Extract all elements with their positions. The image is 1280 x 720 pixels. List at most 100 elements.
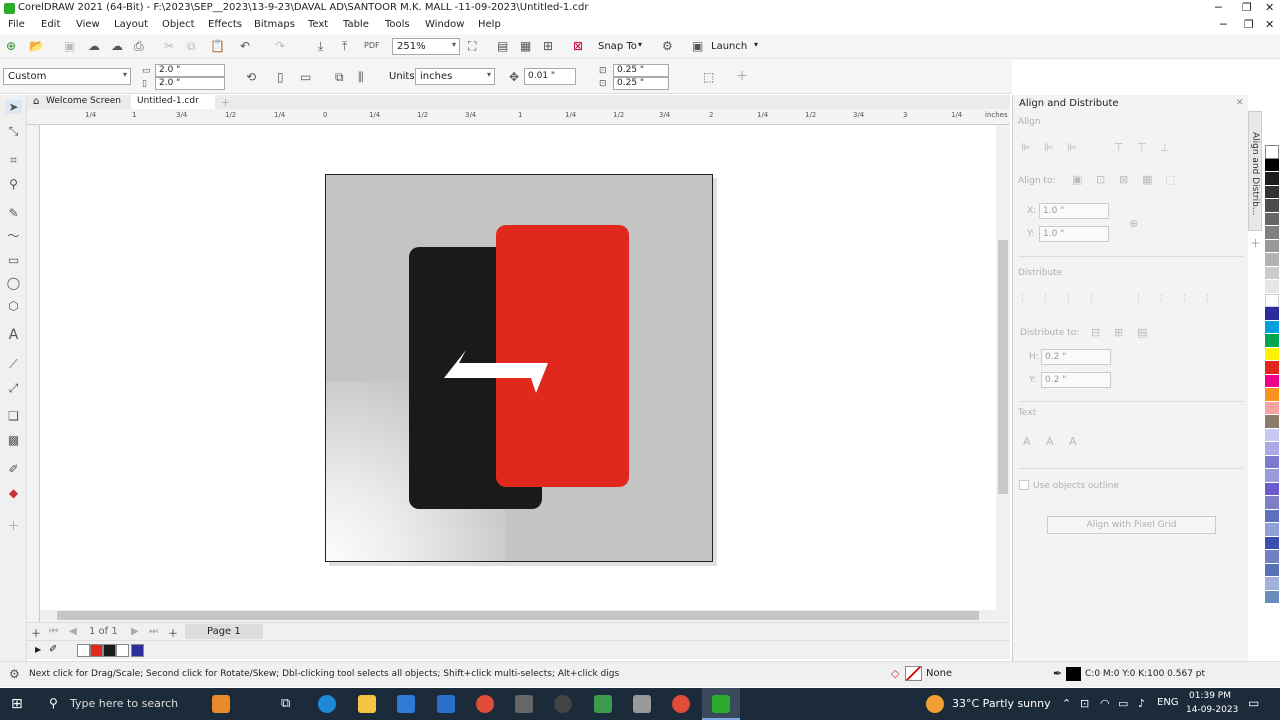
autumn-widget-icon[interactable]	[212, 695, 230, 713]
palette-swatch[interactable]	[1265, 266, 1279, 280]
color-palette[interactable]	[1265, 145, 1279, 625]
palette-swatch[interactable]	[1265, 253, 1279, 267]
align-right-icon[interactable]: ⊫	[1067, 141, 1077, 154]
add-tool-icon[interactable]: ＋	[5, 519, 22, 533]
save-icon[interactable]: ▣	[64, 39, 75, 53]
printer-app-icon[interactable]	[633, 695, 651, 713]
palette-swatch[interactable]	[1265, 239, 1279, 253]
doc-restore-button[interactable]: ❐	[1244, 18, 1254, 31]
menu-edit[interactable]: Edit	[41, 19, 60, 30]
crop-tool-icon[interactable]: ⌗	[5, 153, 22, 167]
black-swatch[interactable]	[103, 644, 116, 657]
document-page[interactable]	[325, 174, 713, 562]
distribute-bottom-icon[interactable]: ⫶	[1206, 292, 1209, 306]
rectangle-tool-icon[interactable]: ▭	[5, 253, 22, 267]
add-page-before-icon[interactable]: ＋	[31, 625, 41, 640]
palette-swatch[interactable]	[1265, 334, 1279, 348]
doc-close-button[interactable]: ✕	[1265, 18, 1274, 31]
zoom-tool-icon[interactable]: ⚲	[5, 177, 22, 191]
paste-icon[interactable]: 📋	[210, 39, 225, 53]
palette-swatch[interactable]	[1265, 226, 1279, 240]
vertical-scrollbar[interactable]	[996, 125, 1010, 610]
artwork[interactable]	[326, 175, 713, 562]
palette-swatch[interactable]	[1265, 212, 1279, 226]
task-view-icon[interactable]: ⧉	[281, 696, 290, 711]
palette-swatch[interactable]	[1265, 482, 1279, 496]
zoom-level-dropdown[interactable]: 251% ▾	[392, 38, 460, 55]
palette-swatch[interactable]	[1265, 415, 1279, 429]
align-y-field[interactable]: 1.0 "	[1039, 226, 1109, 242]
outline-color-swatch[interactable]	[1066, 667, 1081, 681]
palette-swatch[interactable]	[1265, 469, 1279, 483]
ellipse-tool-icon[interactable]: ◯	[5, 276, 22, 290]
distribute-middle-icon[interactable]: ⫶	[1160, 292, 1163, 306]
menu-object[interactable]: Object	[162, 19, 195, 30]
palette-swatch[interactable]	[1265, 455, 1279, 469]
language-indicator[interactable]: ENG	[1157, 697, 1179, 708]
distribute-right-icon[interactable]: ⫶	[1090, 292, 1093, 306]
docker-vertical-tab[interactable]: Align and Distrib...	[1248, 111, 1262, 231]
grid-icon[interactable]: ▦	[520, 39, 531, 53]
align-pixel-grid-button[interactable]: Align with Pixel Grid	[1047, 516, 1216, 534]
distribute-spacing-icon[interactable]: ⫶	[1067, 292, 1070, 306]
menu-tools[interactable]: Tools	[385, 19, 410, 30]
last-page-icon[interactable]: ⏭	[149, 626, 158, 637]
cloud-upload-icon[interactable]: ☁	[111, 39, 123, 53]
palette-swatch[interactable]	[1265, 523, 1279, 537]
edge-browser-icon[interactable]	[318, 695, 336, 713]
none-swatch[interactable]	[77, 644, 90, 657]
add-toolbar-icon[interactable]: ＋	[736, 69, 748, 83]
align-to-grid-icon[interactable]: ▦	[1142, 173, 1152, 186]
distribute-top-icon[interactable]: ⫶	[1137, 292, 1140, 306]
close-button[interactable]: ✕	[1265, 1, 1274, 14]
palette-swatch[interactable]	[1265, 442, 1279, 456]
red-swatch[interactable]	[90, 644, 103, 657]
pick-tool-icon[interactable]: ➤	[5, 100, 22, 114]
eyedropper-icon[interactable]: ✐	[5, 462, 22, 476]
text-bbox-icon[interactable]: A	[1069, 435, 1077, 448]
page-scale-icon[interactable]: ⟲	[246, 70, 256, 84]
align-to-page-center-icon[interactable]: ⊠	[1119, 173, 1128, 186]
next-page-icon[interactable]: ▶	[131, 626, 139, 637]
mail-icon[interactable]	[437, 695, 455, 713]
palette-swatch[interactable]	[1265, 307, 1279, 321]
red-card-shape[interactable]	[496, 225, 629, 487]
distribute-center-icon[interactable]: ⫶	[1044, 292, 1047, 306]
import-icon[interactable]: ⤓	[318, 39, 323, 53]
fill-none-swatch[interactable]	[905, 666, 922, 681]
prev-page-icon[interactable]: ◀	[69, 626, 77, 637]
volume-icon[interactable]: ♪	[1138, 697, 1145, 710]
palette-swatch[interactable]	[1265, 496, 1279, 510]
guidelines-icon[interactable]: ⊞	[543, 39, 553, 53]
rulers-icon[interactable]: ▤	[497, 39, 508, 53]
print-icon[interactable]: ⎙	[134, 39, 144, 53]
clock-time[interactable]: 01:39 PM	[1189, 691, 1231, 701]
duplicate-x-field[interactable]: 0.25 "	[613, 64, 669, 77]
bleed-icon[interactable]: ⬚	[703, 70, 714, 84]
distribute-to-selection-icon[interactable]: ⊟	[1091, 326, 1100, 339]
launch-chevron-down-icon[interactable]: ▾	[754, 40, 758, 49]
menu-bitmaps[interactable]: Bitmaps	[254, 19, 295, 30]
align-x-field[interactable]: 1.0 "	[1039, 203, 1109, 219]
first-page-icon[interactable]: ⏮	[49, 626, 58, 637]
file-explorer-icon[interactable]	[358, 695, 376, 713]
open-icon[interactable]: 📂	[29, 39, 44, 53]
undo-icon[interactable]: ↶	[240, 39, 250, 53]
page-height-field[interactable]: 2.0 "	[155, 77, 225, 90]
all-pages-icon[interactable]: ⧉	[335, 70, 344, 84]
search-icon[interactable]: ⚲	[49, 696, 58, 710]
palette-expand-icon[interactable]: ▶	[35, 645, 41, 654]
tab-welcome-screen[interactable]: Welcome Screen	[40, 95, 127, 109]
freehand-tool-icon[interactable]: ✎	[5, 206, 22, 220]
store-icon[interactable]	[397, 695, 415, 713]
no-color-swatch[interactable]	[1265, 145, 1279, 159]
horizontal-scrollbar[interactable]	[40, 610, 1010, 622]
menu-layout[interactable]: Layout	[114, 19, 148, 30]
text-line-icon[interactable]: A	[1046, 435, 1054, 448]
connector-tool-icon[interactable]: ⤢	[5, 381, 22, 395]
export-icon[interactable]: ⤒	[342, 39, 347, 53]
distribute-to-spacing-icon[interactable]: ▤	[1137, 326, 1147, 339]
notifications-icon[interactable]: ▭	[1248, 696, 1259, 710]
docker-close-icon[interactable]: ✕	[1236, 98, 1244, 108]
fill-none-icon[interactable]: ◇	[891, 667, 899, 680]
